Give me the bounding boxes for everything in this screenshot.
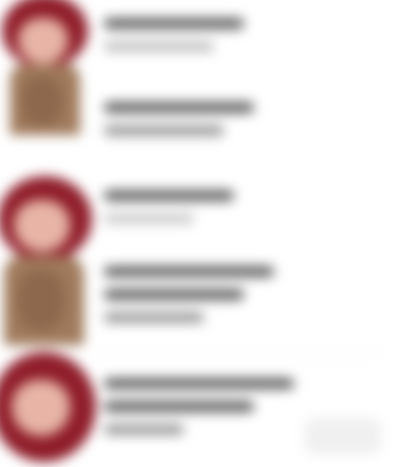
divider — [100, 352, 380, 353]
character-portrait-icon — [0, 170, 100, 345]
entry-meta — [104, 424, 184, 435]
entry-title — [104, 18, 244, 29]
entry-subtitle — [104, 213, 194, 224]
entry-subtitle — [104, 125, 224, 136]
entry-title — [104, 266, 274, 277]
entry-title — [104, 190, 234, 201]
entry-title — [104, 102, 254, 113]
character-portrait-icon — [0, 0, 100, 135]
list-item[interactable] — [104, 266, 284, 335]
entry-subtitle — [104, 289, 244, 300]
entry-subtitle — [104, 401, 254, 412]
action-button[interactable] — [306, 419, 380, 453]
list-item[interactable] — [104, 378, 304, 447]
list-item[interactable] — [104, 102, 264, 148]
entry-title — [104, 378, 294, 389]
character-portrait-icon — [0, 350, 100, 467]
list-item[interactable] — [104, 190, 244, 236]
entry-subtitle — [104, 41, 214, 52]
list-item[interactable] — [104, 18, 254, 64]
entry-meta — [104, 312, 204, 323]
entry-list — [0, 0, 400, 467]
